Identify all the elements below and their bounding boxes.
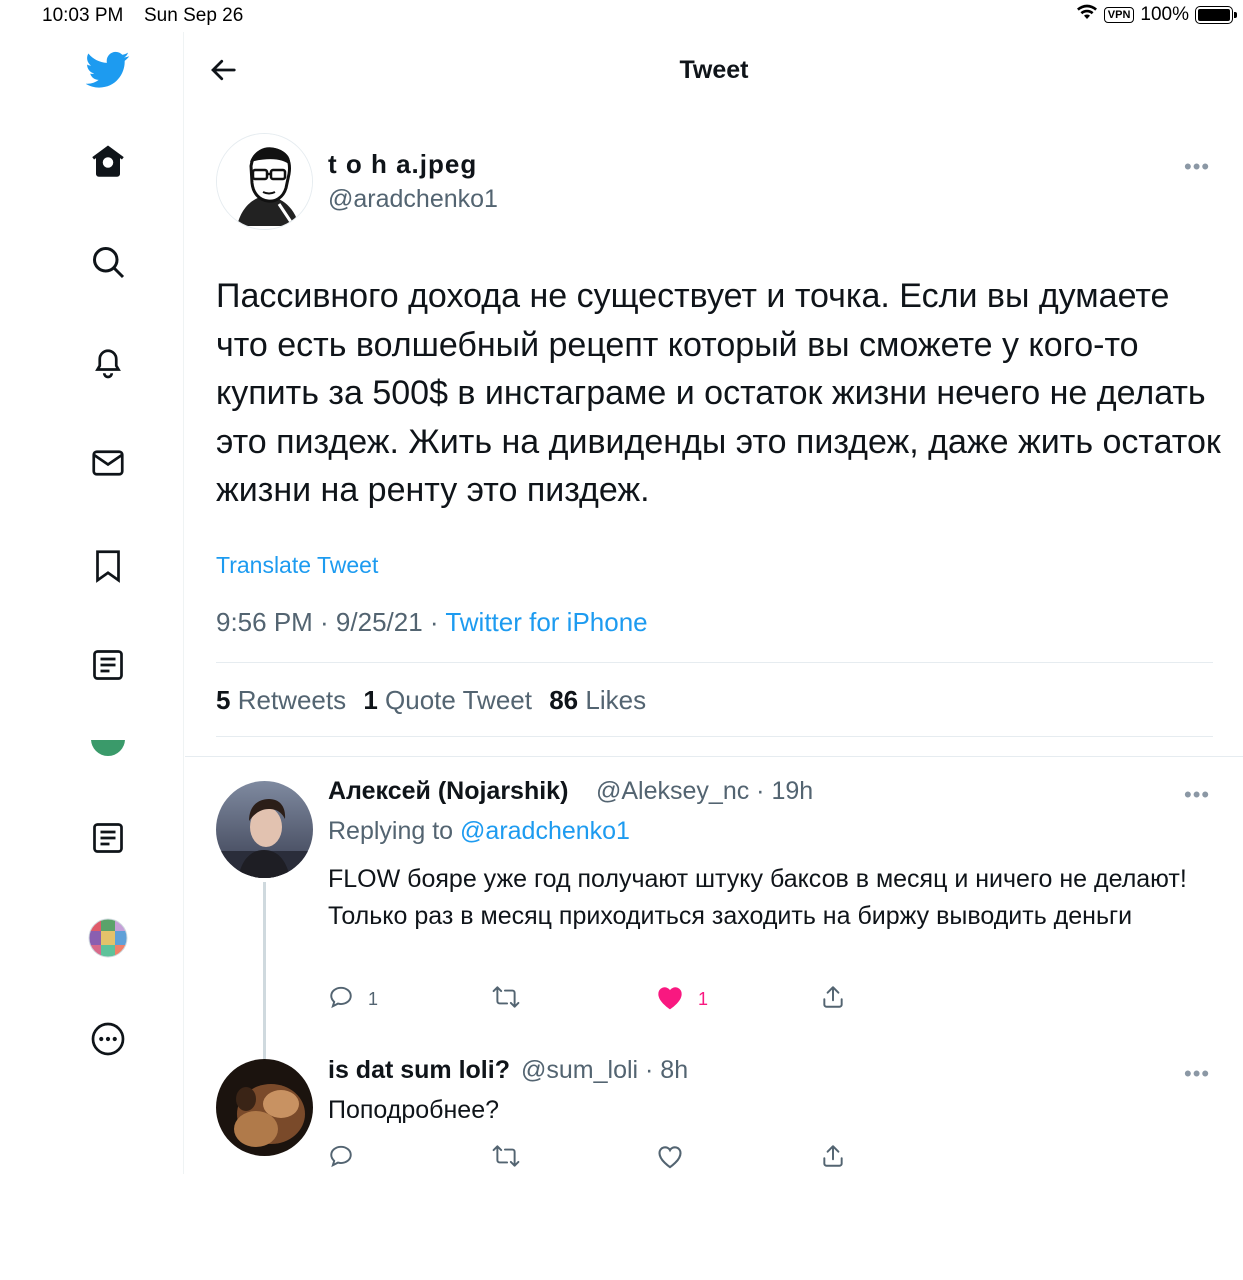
reply-author-handle[interactable]: @Aleksey_nc · 19h xyxy=(596,777,813,806)
reply-text: FLOW бояре уже год получают штуку баксов… xyxy=(328,865,1187,930)
status-date: Sun Sep 26 xyxy=(144,5,244,26)
partial-avatar-icon xyxy=(84,740,132,756)
replying-to-link[interactable]: @aradchenko1 xyxy=(460,817,630,845)
tweet-stats: 5 Retweets 1 Quote Tweet 86 Likes xyxy=(216,685,646,716)
tweet-timestamp: 9:56 PM · 9/25/21 · xyxy=(216,607,446,637)
reply-action[interactable] xyxy=(328,1143,368,1174)
author-name[interactable]: t o h a.jpeg xyxy=(328,149,477,180)
retweet-icon xyxy=(492,1143,520,1174)
reply-icon xyxy=(328,984,354,1015)
battery-icon xyxy=(1195,6,1237,24)
like-count: 1 xyxy=(698,989,709,1009)
reply-text: Поподробнее? xyxy=(328,1096,499,1124)
retweet-action[interactable] xyxy=(492,1143,534,1174)
more-options-icon[interactable]: ••• xyxy=(1184,1063,1210,1085)
tweet-text: Пассивного дохода не существует и точка.… xyxy=(216,277,1221,509)
bookmark-icon[interactable] xyxy=(84,542,132,590)
mail-icon[interactable] xyxy=(84,439,132,487)
heart-icon xyxy=(656,1143,684,1174)
thread-line xyxy=(263,882,266,1082)
share-action[interactable] xyxy=(820,1143,846,1174)
tweet-meta: 9:56 PM · 9/25/21 · Twitter for iPhone xyxy=(216,607,648,638)
divider xyxy=(185,756,1243,757)
home-icon[interactable] xyxy=(84,137,132,185)
divider xyxy=(216,736,1213,737)
reply-count: 1 xyxy=(368,989,379,1009)
more-options-icon[interactable]: ••• xyxy=(1184,156,1210,178)
sidebar xyxy=(0,32,184,1174)
share-icon xyxy=(820,984,846,1015)
translate-tweet-link[interactable]: Translate Tweet xyxy=(216,552,378,579)
quotes-stat[interactable]: 1 Quote Tweet xyxy=(363,685,532,715)
reply-icon xyxy=(328,1143,354,1174)
retweets-stat[interactable]: 5 Retweets xyxy=(216,685,346,715)
reply-author-name[interactable]: is dat sum loli? xyxy=(328,1056,510,1085)
quotes-count: 1 xyxy=(363,685,378,715)
more-options-icon[interactable]: ••• xyxy=(1184,784,1210,806)
status-right: VPN 100% xyxy=(1076,4,1237,26)
profile-avatar[interactable] xyxy=(84,914,132,962)
status-time: 10:03 PM xyxy=(42,5,124,26)
reply-author-handle[interactable]: @sum_loli · 8h xyxy=(521,1056,688,1085)
bell-icon[interactable] xyxy=(84,338,132,386)
retweets-label: Retweets xyxy=(237,685,347,715)
retweets-count: 5 xyxy=(216,685,231,715)
status-bar: 10:03 PM Sun Sep 26 VPN 100% xyxy=(0,0,1243,32)
page-title: Tweet xyxy=(679,56,749,84)
header: Tweet xyxy=(185,32,1243,112)
search-icon[interactable] xyxy=(84,238,132,286)
replying-to: Replying to @aradchenko1 xyxy=(328,817,630,846)
heart-filled-icon xyxy=(656,984,684,1015)
wifi-icon xyxy=(1076,4,1098,26)
share-icon xyxy=(820,1143,846,1174)
likes-stat[interactable]: 86 Likes xyxy=(549,685,646,715)
battery-percent: 100% xyxy=(1140,4,1189,25)
reply-avatar[interactable] xyxy=(216,781,313,878)
author-handle[interactable]: @aradchenko1 xyxy=(328,185,498,214)
likes-count: 86 xyxy=(549,685,579,715)
twitter-logo-icon[interactable] xyxy=(84,46,132,94)
quotes-label: Quote Tweet xyxy=(385,685,532,715)
reply-action[interactable]: 1 xyxy=(328,984,378,1015)
retweet-action[interactable] xyxy=(492,984,534,1015)
main-column: Tweet t o h a.jpeg @aradchenko1 ••• Пасс… xyxy=(185,32,1243,1174)
list-icon[interactable] xyxy=(84,641,132,689)
like-action[interactable]: 1 xyxy=(656,984,708,1015)
more-icon[interactable] xyxy=(84,1015,132,1063)
tweet-source-link[interactable]: Twitter for iPhone xyxy=(445,607,647,637)
divider xyxy=(216,662,1213,663)
likes-label: Likes xyxy=(585,685,647,715)
list-icon[interactable] xyxy=(84,814,132,862)
reply-author-name[interactable]: Алексей (Nojarshik) xyxy=(328,777,568,806)
author-avatar[interactable] xyxy=(216,133,313,230)
reply-avatar[interactable] xyxy=(216,1059,313,1156)
vpn-badge: VPN xyxy=(1103,7,1135,23)
share-action[interactable] xyxy=(820,984,846,1015)
replying-prefix: Replying to xyxy=(328,817,461,845)
like-action[interactable] xyxy=(656,1143,698,1174)
retweet-icon xyxy=(492,984,520,1015)
